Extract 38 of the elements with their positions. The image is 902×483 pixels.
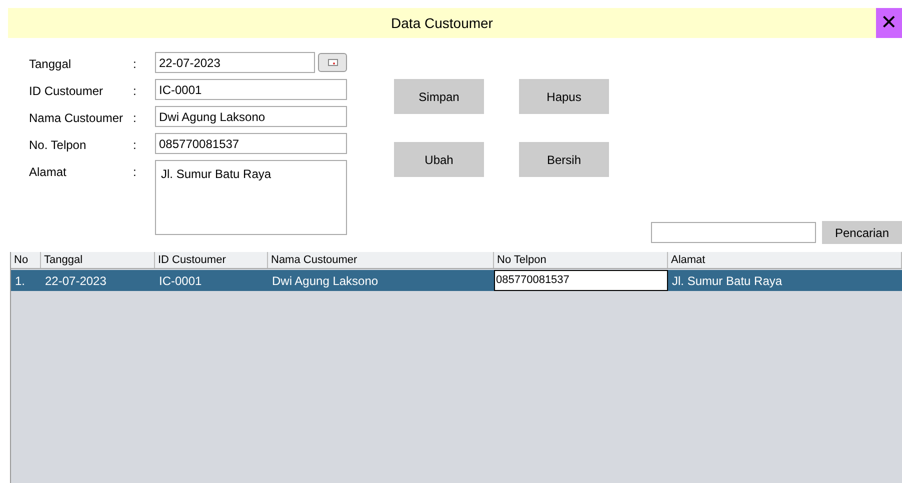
- field-label: Tanggal: [29, 56, 72, 73]
- colon: :: [133, 164, 138, 181]
- table-cell: 085770081537: [494, 270, 668, 291]
- action-button[interactable]: Simpan: [394, 79, 484, 114]
- colon: :: [133, 56, 138, 73]
- action-button[interactable]: Hapus: [519, 79, 609, 114]
- date-field[interactable]: 22-07-2023: [155, 52, 315, 73]
- field-label: Nama Custoumer: [29, 110, 124, 127]
- search-button[interactable]: Pencarian: [822, 221, 902, 244]
- input-field[interactable]: Dwi Agung Laksono: [155, 106, 347, 127]
- table-cell-text: 1.: [14, 272, 26, 290]
- column-header[interactable]: Nama Custoumer: [268, 252, 494, 268]
- calendar-button[interactable]: [318, 53, 347, 72]
- table-row[interactable]: 1. 22-07-2023 IC-0001 Dwi Agung Laksono 085770081537 Jl. Sumur Batu Raya: [11, 270, 902, 291]
- colon: :: [133, 110, 138, 127]
- input-field[interactable]: IC-0001: [155, 79, 347, 100]
- title-bar: Data Custoumer: [8, 8, 876, 38]
- table-cell-text: 22-07-2023: [44, 272, 108, 290]
- table-cell-text: IC-0001: [158, 272, 203, 290]
- colon: :: [133, 137, 138, 154]
- action-button[interactable]: Ubah: [394, 142, 484, 177]
- colon: :: [133, 83, 138, 100]
- column-header[interactable]: Alamat: [668, 252, 902, 268]
- column-header[interactable]: No Telpon: [494, 252, 668, 268]
- address-field[interactable]: Jl. Sumur Batu Raya: [155, 160, 347, 235]
- field-label: Alamat: [29, 164, 68, 181]
- table-cell-text: Jl. Sumur Batu Raya: [671, 272, 784, 290]
- column-header[interactable]: No: [11, 252, 41, 268]
- column-header[interactable]: Tanggal: [41, 252, 155, 268]
- search-field[interactable]: [651, 222, 816, 243]
- calendar-icon: [328, 59, 338, 66]
- column-header[interactable]: ID Custoumer: [155, 252, 268, 268]
- table-cell-text: Dwi Agung Laksono: [271, 272, 380, 290]
- field-label: No. Telpon: [29, 137, 88, 154]
- input-field[interactable]: 085770081537: [155, 133, 347, 154]
- field-label: ID Custoumer: [29, 83, 104, 100]
- close-button[interactable]: ✕: [876, 8, 902, 38]
- action-button[interactable]: Bersih: [519, 142, 609, 177]
